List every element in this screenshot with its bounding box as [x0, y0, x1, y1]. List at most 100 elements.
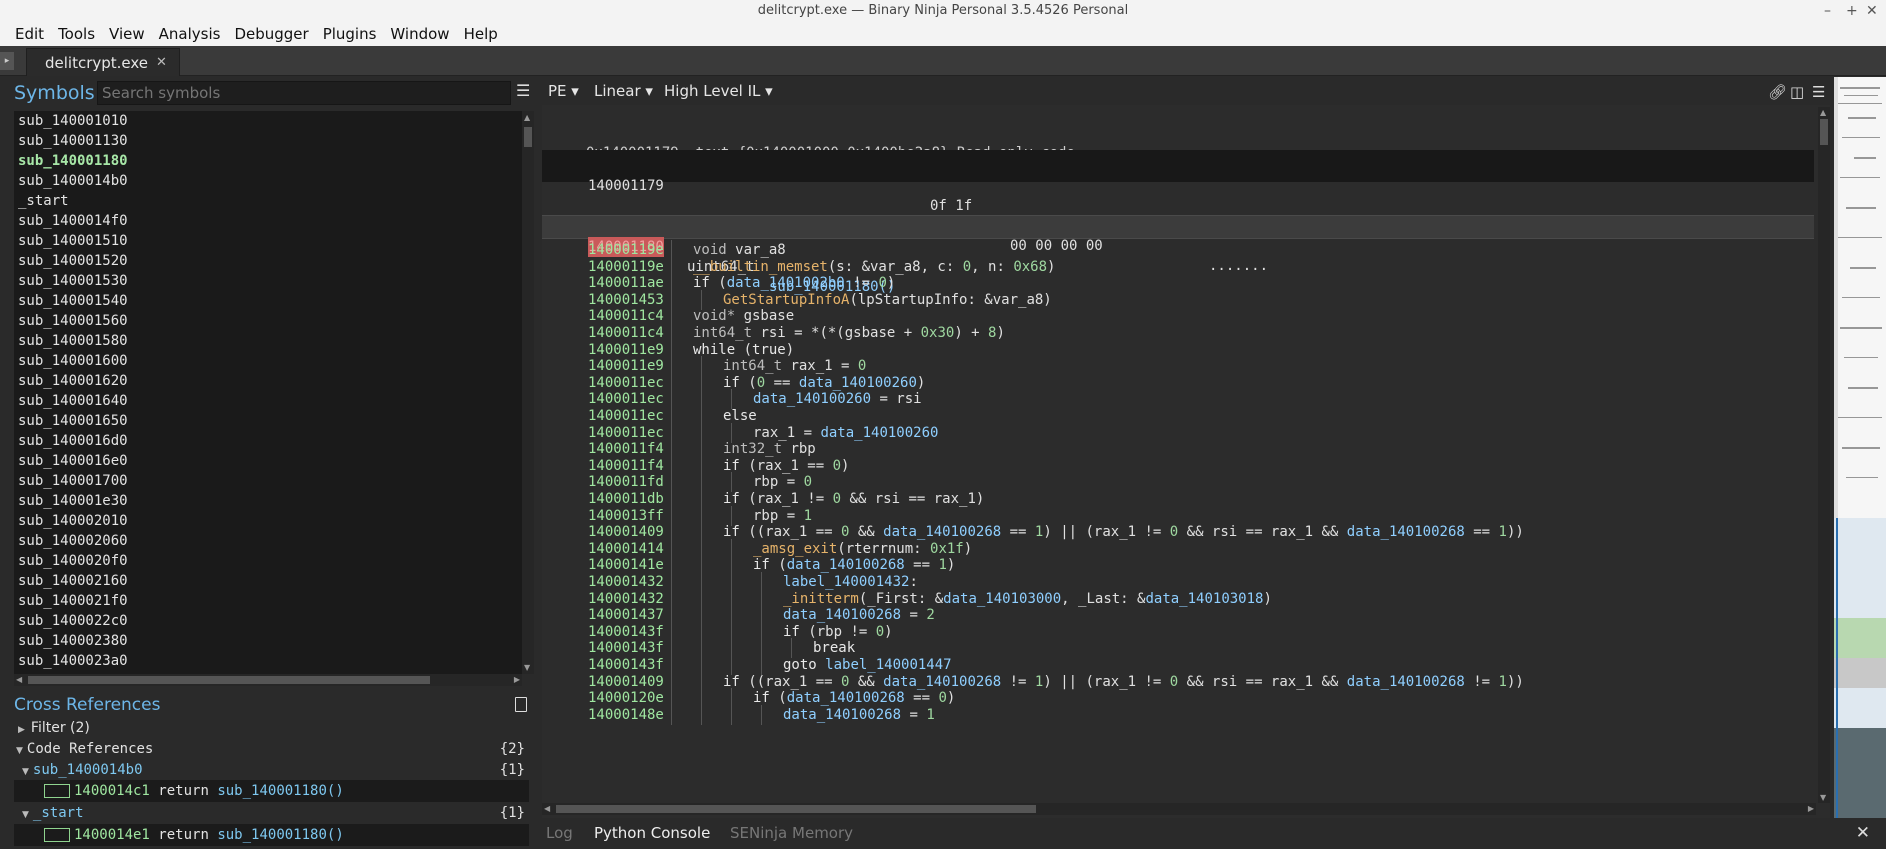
symbol-item[interactable]: sub_1400016d0 — [14, 431, 522, 451]
scroll-down-icon[interactable]: ▼ — [524, 663, 530, 672]
symbol-item[interactable]: sub_1400021f0 — [14, 591, 522, 611]
symbols-vertical-scrollbar[interactable]: ▲ ▼ — [522, 111, 534, 674]
symbol-item[interactable]: sub_140001510 — [14, 231, 522, 251]
code-token[interactable]: GetStartupInfoA — [723, 292, 849, 308]
code-token[interactable]: data_140100260 — [820, 425, 938, 441]
minimize-button[interactable]: – — [1824, 0, 1831, 22]
il-level-dropdown[interactable]: High Level IL ▾ — [664, 82, 773, 100]
scroll-left-icon[interactable]: ◀ — [16, 675, 22, 684]
symbol-item[interactable]: sub_140001010 — [14, 111, 522, 131]
close-panel-icon[interactable]: ✕ — [1856, 823, 1870, 843]
code-token[interactable]: data_1401002b0 — [727, 275, 845, 291]
symbols-search-input[interactable] — [97, 81, 511, 105]
scrollbar-thumb[interactable] — [1820, 119, 1828, 145]
code-token[interactable]: data_140100268 — [883, 524, 1001, 540]
symbol-item[interactable]: sub_140001520 — [14, 251, 522, 271]
code-token[interactable]: label_140001432 — [783, 574, 909, 590]
xref-entry[interactable]: 1400014e1 return sub_140001180() — [14, 824, 529, 846]
symbols-horizontal-scrollbar[interactable]: ◀ ▶ — [14, 674, 522, 686]
tab-delitcrypt[interactable]: delitcrypt.exe ✕ — [26, 48, 180, 76]
linear-view-dropdown[interactable]: Linear ▾ — [594, 82, 653, 100]
symbol-item[interactable]: sub_140001600 — [14, 351, 522, 371]
scrollbar-thumb[interactable] — [556, 805, 1036, 813]
tab-scroll-left-icon[interactable]: ▸ — [0, 52, 14, 70]
symbol-item[interactable]: sub_140001130 — [14, 131, 522, 151]
scrollbar-thumb[interactable] — [524, 127, 532, 147]
code-token[interactable]: _initterm — [783, 591, 859, 607]
code-token[interactable]: data_140103000 — [943, 591, 1061, 607]
tab-python-console[interactable]: Python Console — [594, 824, 710, 842]
code-token[interactable]: _amsg_exit — [753, 541, 837, 557]
line-address[interactable]: 14000148e — [588, 705, 664, 725]
scroll-down-icon[interactable]: ▼ — [1820, 793, 1826, 802]
symbol-item[interactable]: sub_1400014b0 — [14, 171, 522, 191]
symbol-item[interactable]: sub_140002160 — [14, 571, 522, 591]
scroll-right-icon[interactable]: ▶ — [514, 675, 520, 684]
symbol-item[interactable]: sub_1400016e0 — [14, 451, 522, 471]
scrollbar-thumb[interactable] — [28, 676, 430, 684]
menu-window[interactable]: Window — [383, 25, 456, 43]
symbol-item[interactable]: sub_140002380 — [14, 631, 522, 651]
menu-tools[interactable]: Tools — [51, 25, 102, 43]
link-icon[interactable]: 🔗︎ — [1768, 83, 1787, 101]
hlil-code[interactable]: data_140100268 = 1 — [783, 705, 935, 725]
chevron-down-icon[interactable]: ▼ — [22, 810, 29, 820]
menu-help[interactable]: Help — [457, 25, 505, 43]
symbol-item[interactable]: sub_140001700 — [14, 471, 522, 491]
scroll-left-icon[interactable]: ◀ — [544, 804, 550, 813]
symbol-item[interactable]: sub_1400014f0 — [14, 211, 522, 231]
menu-view[interactable]: View — [102, 25, 152, 43]
code-token[interactable]: __builtin_memset — [693, 259, 828, 275]
close-window-button[interactable]: ✕ — [1866, 0, 1878, 22]
hamburger-menu-icon[interactable]: ☰ — [1812, 83, 1825, 101]
xref-group-sub-1400014b0[interactable]: ▼ sub_1400014b0 {1} — [14, 759, 529, 781]
code-token[interactable]: data_140100260 — [799, 375, 917, 391]
chevron-down-icon[interactable]: ▼ — [16, 746, 23, 756]
symbol-item[interactable]: sub_1400020f0 — [14, 551, 522, 571]
code-token[interactable]: data_140100268 — [1347, 524, 1465, 540]
symbol-item[interactable]: sub_140001640 — [14, 391, 522, 411]
tab-log[interactable]: Log — [546, 824, 573, 842]
code-token[interactable]: data_140100268 — [787, 690, 905, 706]
code-token[interactable]: data_140100268 — [783, 707, 901, 723]
symbols-menu-icon[interactable]: ☰ — [516, 81, 530, 100]
code-token[interactable]: data_140100268 — [1347, 674, 1465, 690]
maximize-button[interactable]: + — [1846, 0, 1858, 22]
hlil-line[interactable]: 14000148e data_140100268 = 1 — [542, 704, 1814, 725]
code-horizontal-scrollbar[interactable]: ◀ ▶ — [542, 803, 1816, 815]
scroll-up-icon[interactable]: ▲ — [1820, 108, 1826, 117]
symbol-item[interactable]: sub_140002010 — [14, 511, 522, 531]
symbol-item[interactable]: sub_140001620 — [14, 371, 522, 391]
split-view-icon[interactable]: ◫ — [1790, 83, 1804, 101]
code-token[interactable]: data_140100260 — [753, 391, 871, 407]
function-header-row[interactable]: 140001180 uint64_t sub_140001180() — [542, 215, 1814, 295]
tab-seninja-memory[interactable]: SENinja Memory — [730, 824, 853, 842]
symbol-item[interactable]: sub_140002060 — [14, 531, 522, 551]
symbol-item[interactable]: sub_1400023a0 — [14, 651, 522, 671]
code-token[interactable]: data_140103018 — [1145, 591, 1263, 607]
symbol-item[interactable]: sub_140001560 — [14, 311, 522, 331]
scroll-up-icon[interactable]: ▲ — [524, 113, 530, 122]
menu-edit[interactable]: Edit — [8, 25, 51, 43]
symbol-item[interactable]: sub_140001650 — [14, 411, 522, 431]
feature-map[interactable] — [1834, 77, 1886, 818]
symbol-item[interactable]: sub_140001580 — [14, 331, 522, 351]
chevron-right-icon[interactable]: ▶ — [18, 725, 25, 735]
code-listing[interactable]: 0x140001179 .text {0x140001000-0x1400be2… — [542, 107, 1814, 804]
bytes-row[interactable]: 140001179 0f 1f 80 00 00 00 00 ....... — [542, 150, 1814, 274]
symbol-item[interactable]: sub_140001e30 — [14, 491, 522, 511]
xref-target[interactable]: sub_140001180() — [217, 783, 343, 799]
symbol-item[interactable]: _start — [14, 191, 522, 211]
xref-group-start[interactable]: ▼ _start {1} — [14, 802, 529, 824]
code-token[interactable]: label_140001447 — [825, 657, 951, 673]
xref-entry[interactable]: 1400014c1 return sub_140001180() — [14, 780, 529, 802]
code-token[interactable]: data_140100268 — [787, 557, 905, 573]
symbol-item[interactable]: sub_140001530 — [14, 271, 522, 291]
menu-analysis[interactable]: Analysis — [152, 25, 228, 43]
xref-target[interactable]: sub_140001180() — [217, 827, 343, 843]
code-token[interactable]: data_140100268 — [783, 607, 901, 623]
new-pane-icon[interactable] — [515, 697, 527, 712]
symbol-item[interactable]: sub_140001540 — [14, 291, 522, 311]
scroll-right-icon[interactable]: ▶ — [1808, 804, 1814, 813]
code-token[interactable]: data_140100268 — [883, 674, 1001, 690]
